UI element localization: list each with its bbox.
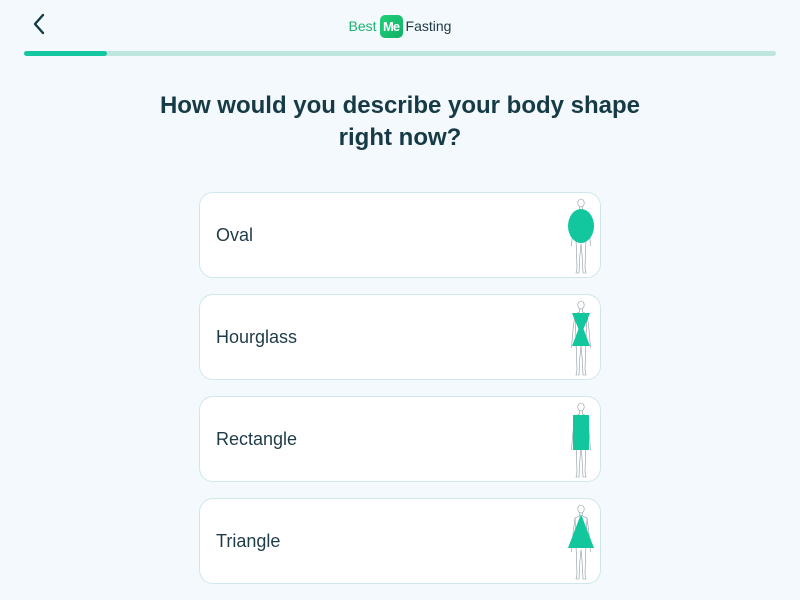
hourglass-body-shape-icon <box>571 300 591 376</box>
app-logo: Best Me Fasting <box>0 14 800 38</box>
option-label: Oval <box>216 224 254 245</box>
body-shape-options: Oval Hourglass Rectangle Triangle <box>199 192 601 600</box>
option-oval[interactable]: Oval <box>199 192 601 278</box>
oval-body-shape-icon <box>568 198 594 274</box>
option-label: Hourglass <box>216 326 298 347</box>
triangle-body-shape-icon <box>568 504 594 580</box>
progress-bar-fill <box>24 51 107 56</box>
option-hourglass[interactable]: Hourglass <box>199 294 601 380</box>
logo-badge: Me <box>379 14 403 38</box>
progress-bar <box>24 51 776 56</box>
page-title: How would you describe your body shape r… <box>159 92 641 151</box>
header: Best Me Fasting <box>0 0 800 50</box>
option-rectangle[interactable]: Rectangle <box>199 396 601 482</box>
logo-text-fasting: Fasting <box>405 18 452 34</box>
option-label: Rectangle <box>216 428 298 449</box>
option-triangle[interactable]: Triangle <box>199 498 601 584</box>
rectangle-body-shape-icon <box>571 402 591 478</box>
option-label: Triangle <box>216 530 281 551</box>
logo-text-best: Best <box>348 18 377 34</box>
